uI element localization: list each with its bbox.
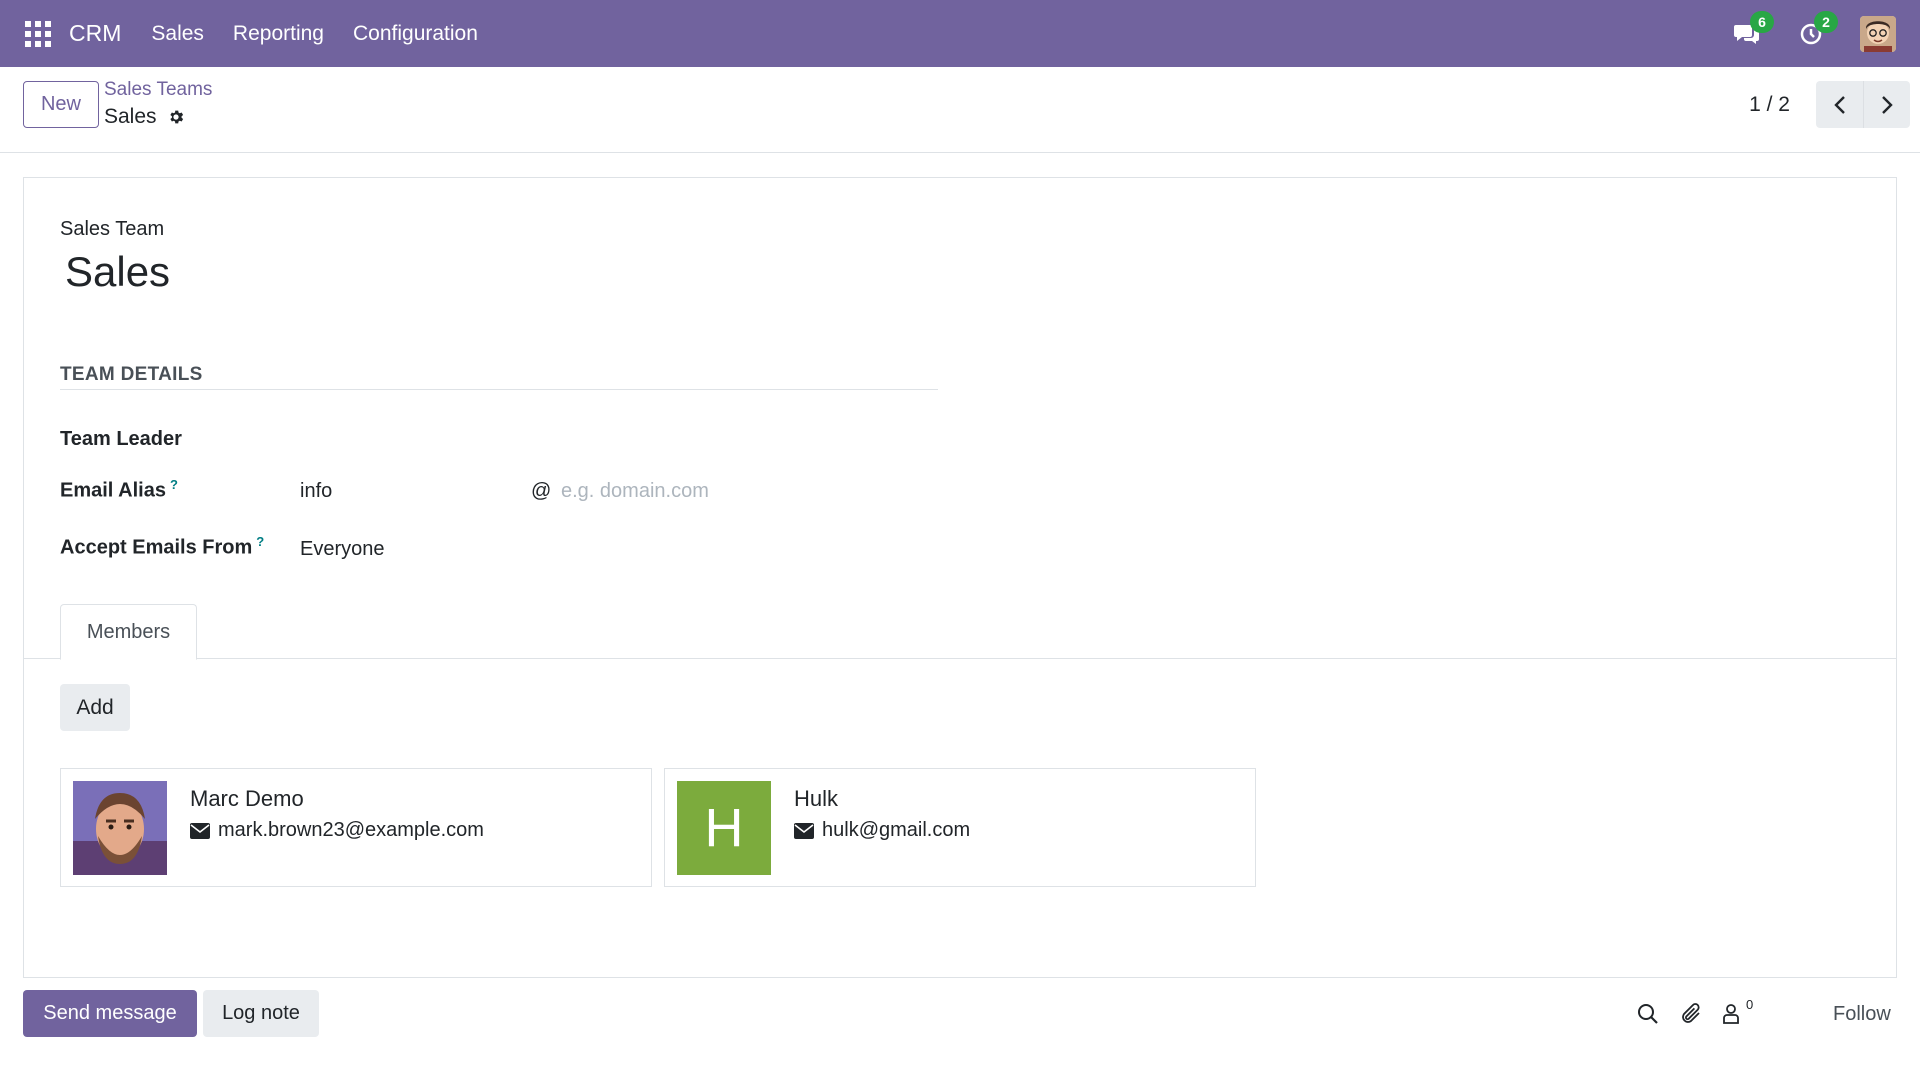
tabs-divider: [24, 658, 1896, 659]
member-email-text: hulk@gmail.com: [822, 819, 971, 841]
menu-item-reporting[interactable]: Reporting: [233, 22, 324, 46]
follow-button[interactable]: Follow: [1833, 1003, 1891, 1026]
menu-item-sales[interactable]: Sales: [151, 22, 204, 46]
activities-count-badge: 2: [1814, 10, 1838, 33]
envelope-icon: [794, 822, 814, 839]
pager-previous-button[interactable]: [1816, 81, 1863, 128]
send-message-button[interactable]: Send message: [23, 990, 197, 1037]
search-icon[interactable]: [1635, 1001, 1661, 1027]
member-card[interactable]: H Hulk hulk@gmail.com: [664, 768, 1256, 887]
add-member-button[interactable]: Add: [60, 684, 130, 731]
team-name-field[interactable]: Sales: [65, 248, 170, 296]
envelope-icon: [190, 822, 210, 839]
member-email: hulk@gmail.com: [794, 819, 970, 842]
app-menu-grid-icon[interactable]: [25, 20, 51, 47]
member-email: mark.brown23@example.com: [190, 819, 484, 842]
activities-clock-icon[interactable]: 2: [1796, 10, 1838, 49]
email-alias-input[interactable]: [300, 475, 520, 507]
user-avatar[interactable]: [1860, 15, 1896, 52]
tab-members[interactable]: Members: [60, 604, 197, 660]
email-at-sign: @: [531, 480, 552, 502]
log-note-button[interactable]: Log note: [203, 990, 319, 1037]
gear-icon[interactable]: [167, 108, 185, 126]
form-sheet: Sales Team Sales TEAM DETAILS Team Leade…: [23, 177, 1897, 978]
email-domain-input[interactable]: [561, 475, 921, 507]
followers-icon[interactable]: [1718, 1001, 1744, 1027]
followers-count: 0: [1746, 997, 1754, 1012]
team-leader-field[interactable]: [300, 424, 900, 456]
team-leader-label: Team Leader: [60, 428, 182, 450]
messages-count-badge: 6: [1750, 10, 1774, 33]
section-team-details: TEAM DETAILS: [60, 364, 203, 385]
accept-emails-select[interactable]: Everyone: [300, 538, 385, 561]
section-divider: [60, 389, 938, 390]
accept-emails-help-icon[interactable]: ?: [256, 534, 264, 549]
member-avatar: [73, 781, 167, 875]
member-email-text: mark.brown23@example.com: [218, 819, 484, 841]
control-panel: New Sales Teams Sales 1 / 2: [0, 67, 1920, 153]
pager-next-button[interactable]: [1863, 81, 1910, 128]
email-alias-label-text: Email Alias: [60, 479, 166, 502]
member-initial: H: [677, 781, 771, 875]
chevron-right-icon: [1882, 95, 1893, 114]
team-name-label: Sales Team: [60, 218, 165, 240]
chevron-left-icon: [1833, 95, 1845, 114]
breadcrumb-current-label: Sales: [104, 105, 157, 128]
app-brand[interactable]: CRM: [69, 20, 121, 47]
breadcrumb-current: Sales: [104, 105, 185, 129]
member-name: Hulk: [794, 786, 839, 811]
messages-icon[interactable]: 6: [1732, 10, 1774, 49]
member-name: Marc Demo: [190, 786, 304, 811]
breadcrumb-sales-teams[interactable]: Sales Teams: [104, 79, 212, 101]
top-navbar: CRM Sales Reporting Configuration 6 2: [0, 0, 1920, 67]
email-alias-label: Email Alias?: [60, 477, 178, 503]
member-card[interactable]: Marc Demo mark.brown23@example.com: [60, 768, 652, 887]
pager-value[interactable]: 1 / 2: [1749, 93, 1790, 117]
email-alias-help-icon[interactable]: ?: [170, 477, 178, 492]
accept-emails-label: Accept Emails From?: [60, 534, 264, 560]
member-avatar: H: [677, 781, 771, 875]
paperclip-icon[interactable]: [1679, 1001, 1705, 1027]
menu-item-configuration[interactable]: Configuration: [353, 22, 478, 46]
new-button[interactable]: New: [23, 81, 99, 128]
accept-emails-label-text: Accept Emails From: [60, 536, 253, 559]
